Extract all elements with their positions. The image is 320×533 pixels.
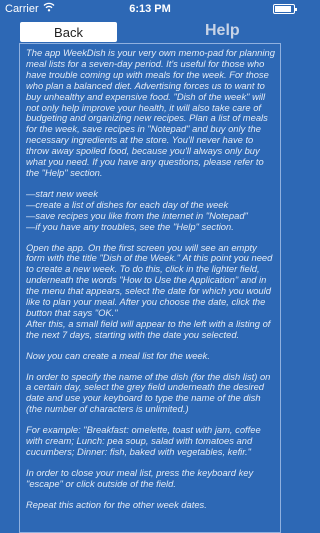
status-bar: Carrier 6:13 PM: [0, 0, 300, 18]
help-paragraph: After this, a small field will appear to…: [26, 317, 271, 340]
page-title: Help: [205, 22, 240, 39]
battery-icon: [273, 4, 297, 14]
help-paragraph: For example: "Breakfast: omelette, toast…: [26, 424, 261, 457]
help-paragraph: Open the app. On the first screen you wi…: [26, 241, 273, 318]
help-paragraph: Repeat this action for the other week da…: [26, 498, 207, 510]
battery-fill: [275, 6, 292, 12]
help-paragraph: In order to close your meal list, press …: [26, 466, 254, 489]
feature-item: —save recipes you like from the internet…: [26, 209, 248, 221]
help-text-area[interactable]: The app WeekDish is your very own memo-p…: [19, 43, 281, 533]
help-paragraph: In order to specify the name of the dish…: [26, 370, 271, 415]
status-time: 6:13 PM: [129, 3, 171, 15]
help-paragraph: Now you can create a meal list for the w…: [26, 349, 210, 361]
feature-item: —if you have any troubles, see the "Help…: [26, 220, 234, 232]
feature-list: —start new week —create a list of dishes…: [26, 188, 275, 233]
help-intro: The app WeekDish is your very own memo-p…: [26, 47, 275, 178]
back-button[interactable]: Back: [20, 22, 117, 42]
